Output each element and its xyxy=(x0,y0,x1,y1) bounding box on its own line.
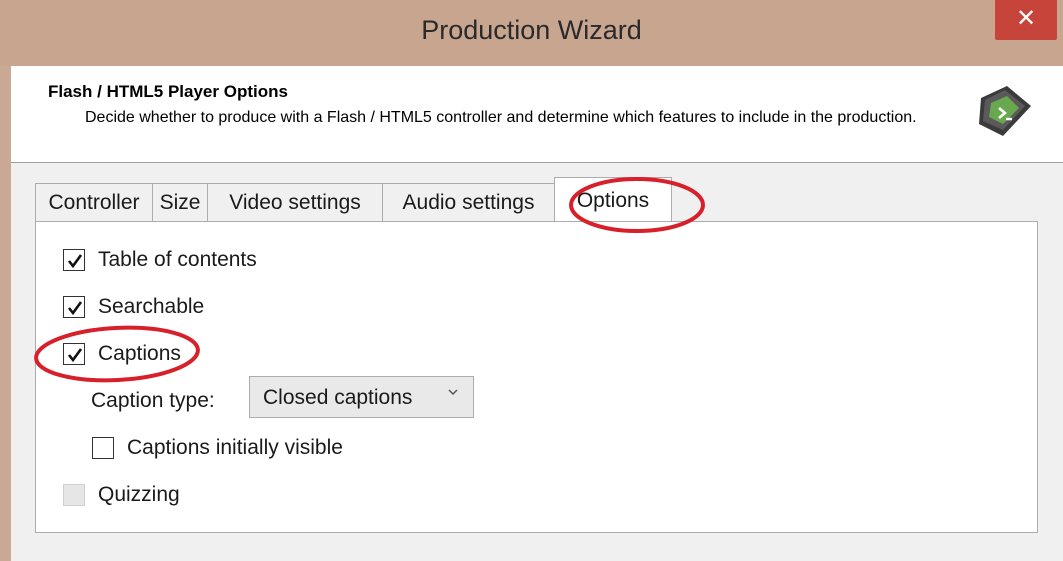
quizzing-checkbox[interactable] xyxy=(63,484,85,506)
caption-type-select[interactable]: Closed captions xyxy=(249,376,474,418)
quizzing-label: Quizzing xyxy=(98,483,180,506)
wizard-header: Flash / HTML5 Player Options Decide whet… xyxy=(11,66,1063,163)
title-bar[interactable]: Production Wizard ✕ xyxy=(0,0,1063,66)
captions-initially-visible-checkbox[interactable] xyxy=(92,437,114,459)
caption-type-value: Closed captions xyxy=(263,386,413,409)
chevron-down-icon xyxy=(448,389,458,396)
checkmark-icon xyxy=(67,301,83,316)
options-panel: Table of contents Searchable Captions Ca… xyxy=(35,221,1038,533)
header-description: Decide whether to produce with a Flash /… xyxy=(85,109,917,126)
captions-initially-visible-label: Captions initially visible xyxy=(127,436,343,459)
close-button[interactable]: ✕ xyxy=(995,0,1057,40)
checkmark-icon xyxy=(67,348,83,363)
wizard-film-icon xyxy=(973,84,1035,140)
tab-audio-settings[interactable]: Audio settings xyxy=(382,183,555,221)
captions-checkbox[interactable] xyxy=(63,343,85,365)
close-icon: ✕ xyxy=(1015,5,1037,32)
table-of-contents-label: Table of contents xyxy=(98,248,257,271)
searchable-label: Searchable xyxy=(98,295,205,318)
tab-controller[interactable]: Controller xyxy=(35,183,153,221)
checkmark-icon xyxy=(67,254,83,269)
tab-options[interactable]: Options xyxy=(554,177,672,222)
searchable-checkbox[interactable] xyxy=(63,296,85,318)
caption-type-label: Caption type: xyxy=(91,389,215,412)
captions-label: Captions xyxy=(98,342,181,365)
tab-video-settings[interactable]: Video settings xyxy=(207,183,383,221)
table-of-contents-checkbox[interactable] xyxy=(63,249,85,271)
dialog-body: Flash / HTML5 Player Options Decide whet… xyxy=(11,66,1063,561)
tab-size[interactable]: Size xyxy=(152,183,208,221)
window-title: Production Wizard xyxy=(421,15,642,45)
header-title: Flash / HTML5 Player Options xyxy=(48,82,288,101)
production-wizard-window: Production Wizard ✕ Flash / HTML5 Player… xyxy=(0,0,1063,561)
